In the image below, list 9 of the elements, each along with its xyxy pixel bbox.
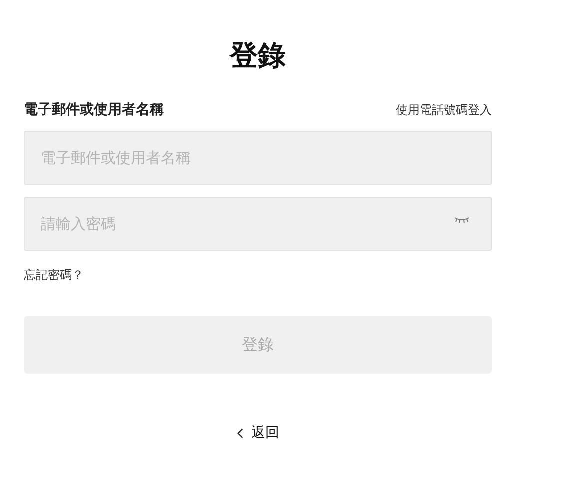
back-link[interactable]: 返回	[236, 424, 280, 442]
chevron-left-icon	[236, 428, 244, 438]
page-title: 登錄	[230, 38, 286, 74]
forgot-password-link[interactable]: 忘記密碼？	[24, 267, 84, 284]
phone-login-link[interactable]: 使用電話號碼登入	[396, 102, 492, 118]
account-field[interactable]: 電子郵件或使用者名稱	[24, 131, 492, 185]
password-field[interactable]: 請輸入密碼	[24, 197, 492, 251]
field-label: 電子郵件或使用者名稱	[24, 101, 164, 119]
eye-closed-icon[interactable]	[454, 216, 470, 224]
